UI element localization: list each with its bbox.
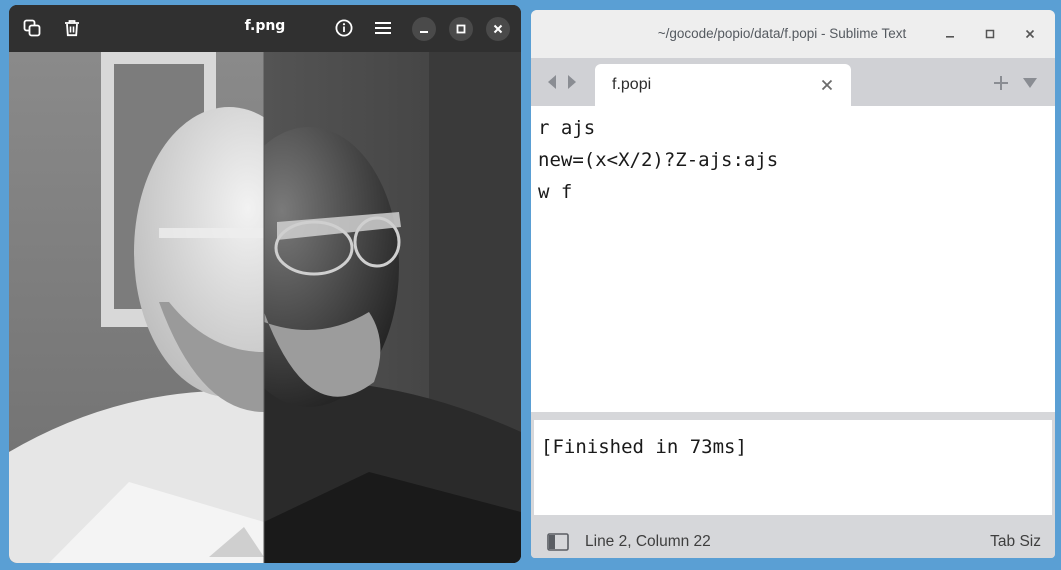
image-canvas: [9, 52, 521, 563]
close-icon[interactable]: [1022, 26, 1038, 42]
code-line: r ajs: [538, 117, 596, 139]
code-editor[interactable]: r ajs new=(x<X/2)?Z-ajs:ajs w f: [531, 106, 1055, 412]
window-title: ~/gocode/popio/data/f.popi - Sublime Tex…: [657, 26, 907, 41]
viewer-header: f.png: [9, 5, 521, 52]
tab-f-popi[interactable]: f.popi: [595, 64, 851, 106]
new-tab-plus-icon[interactable]: [993, 75, 1009, 91]
back-arrow-icon[interactable]: [545, 73, 559, 91]
sidebar-toggle-icon[interactable]: [547, 533, 569, 551]
close-icon[interactable]: [486, 17, 510, 41]
build-output-panel[interactable]: [Finished in 73ms]: [534, 420, 1052, 515]
cursor-position: Line 2, Column 22: [585, 533, 711, 550]
info-icon[interactable]: [332, 16, 356, 40]
tab-list-dropdown-icon[interactable]: [1022, 77, 1038, 89]
build-output-text: [Finished in 73ms]: [541, 436, 747, 458]
maximize-icon[interactable]: [449, 17, 473, 41]
status-bar: Line 2, Column 22 Tab Siz: [531, 524, 1055, 558]
viewer-title: f.png: [244, 18, 286, 34]
tab-bar: f.popi: [531, 58, 1055, 106]
tab-size-indicator[interactable]: Tab Siz: [990, 533, 1041, 551]
minimize-icon[interactable]: [412, 17, 436, 41]
tab-label: f.popi: [612, 76, 652, 93]
hamburger-menu-icon[interactable]: [371, 16, 395, 40]
portrait-photo: [9, 52, 521, 563]
maximize-icon[interactable]: [982, 26, 998, 42]
copy-icon[interactable]: [20, 16, 44, 40]
minimize-icon[interactable]: [942, 26, 958, 42]
trash-icon[interactable]: [60, 16, 84, 40]
sublime-titlebar: ~/gocode/popio/data/f.popi - Sublime Tex…: [531, 10, 1055, 58]
code-line: new=(x<X/2)?Z-ajs:ajs: [538, 149, 779, 171]
code-line: w f: [538, 181, 573, 203]
sublime-text-window: ~/gocode/popio/data/f.popi - Sublime Tex…: [531, 10, 1055, 558]
forward-arrow-icon[interactable]: [565, 73, 579, 91]
tab-close-icon[interactable]: [819, 77, 835, 93]
image-viewer-window: f.png: [9, 5, 521, 563]
